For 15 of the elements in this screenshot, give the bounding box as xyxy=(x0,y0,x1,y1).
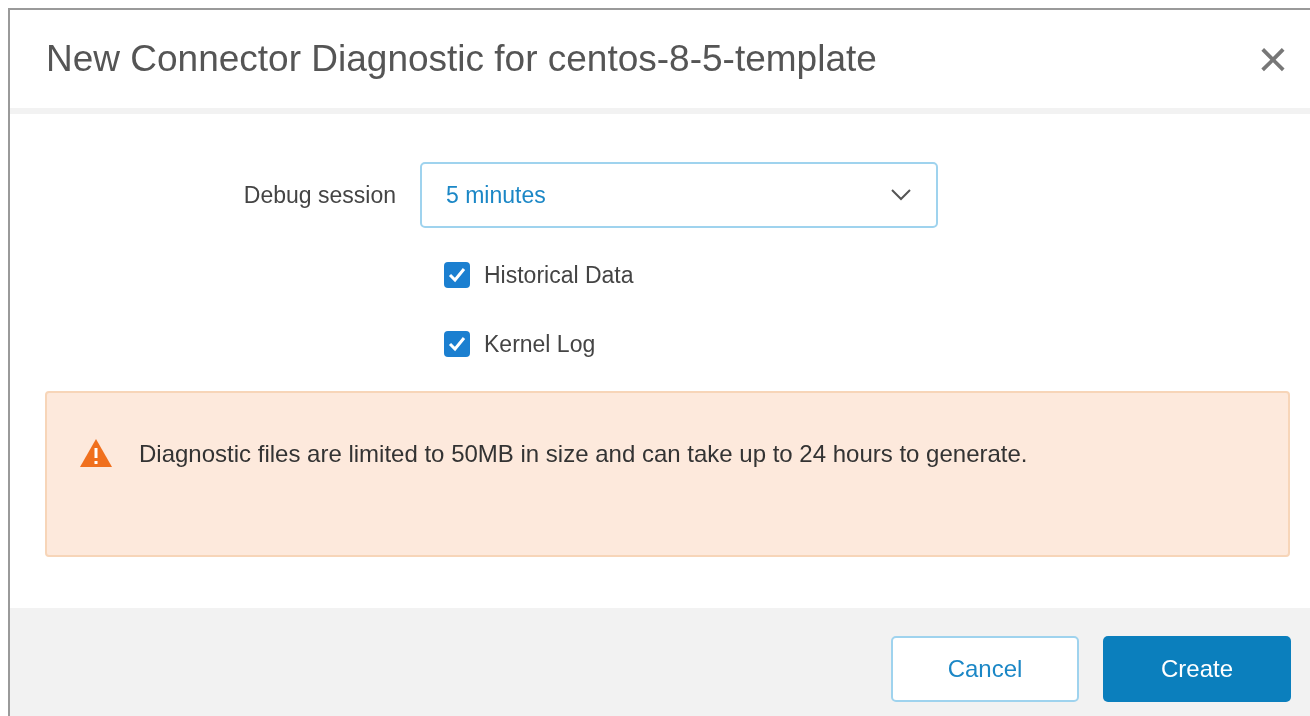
chevron-down-icon xyxy=(890,188,912,202)
checkbox-label: Kernel Log xyxy=(484,329,596,359)
checkbox[interactable] xyxy=(444,330,470,357)
check-icon xyxy=(448,335,466,352)
warning-text: Diagnostic files are limited to 50MB in size and can take up to 24 hours to generate. xyxy=(139,439,1028,469)
cancel-button[interactable]: Cancel xyxy=(891,636,1079,702)
create-button[interactable]: Create xyxy=(1103,636,1291,702)
check-icon xyxy=(448,267,466,284)
dialog-title: New Connector Diagnostic for centos-8-5-template xyxy=(46,37,878,82)
checkbox[interactable] xyxy=(444,262,470,289)
debug-session-select[interactable]: 5 minutes xyxy=(420,162,938,228)
field-label: Debug session xyxy=(242,180,397,210)
checkbox-label: Historical Data xyxy=(484,261,634,290)
warning-icon xyxy=(79,438,113,468)
close-button[interactable]: × xyxy=(1257,33,1288,85)
